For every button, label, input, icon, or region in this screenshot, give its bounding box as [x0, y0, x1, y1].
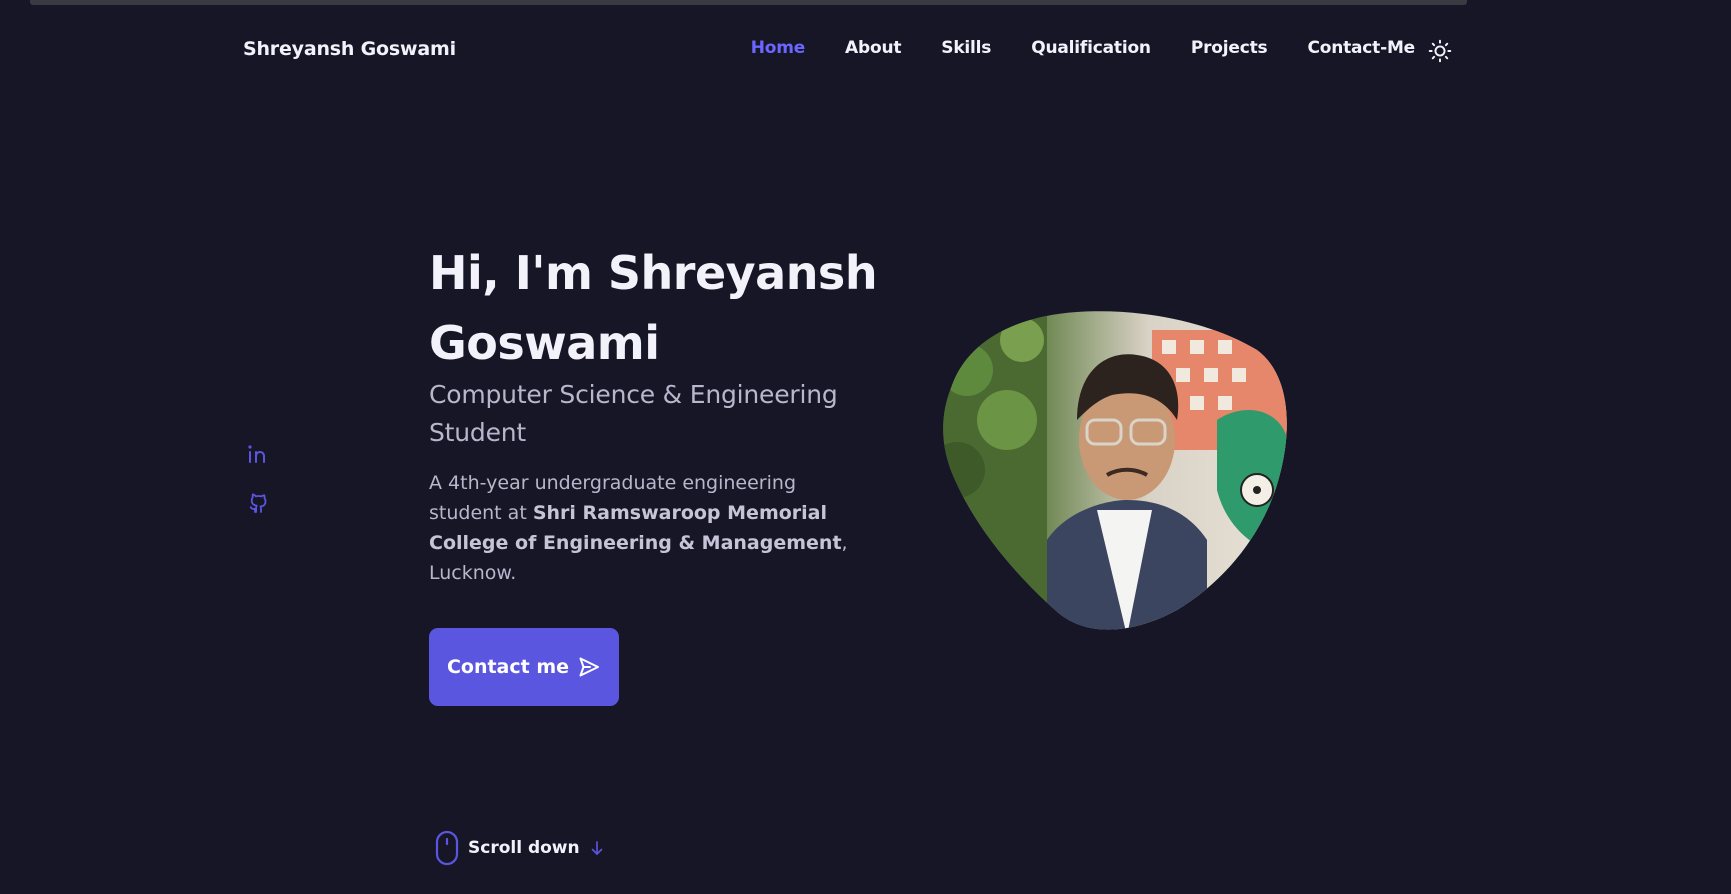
hero-subtitle: Computer Science & Engineering Student: [429, 380, 838, 447]
hero-description: A 4th-year undergraduate engineering stu…: [429, 468, 849, 588]
nav-projects[interactable]: Projects: [1191, 38, 1268, 58]
profile-photo: [943, 311, 1287, 630]
linkedin-icon: [248, 445, 265, 463]
send-icon: [579, 657, 600, 677]
scroll-down-label: Scroll down: [468, 838, 580, 858]
github-link[interactable]: [246, 492, 270, 516]
nav-qualification[interactable]: Qualification: [1031, 38, 1151, 58]
mouse-icon: [435, 830, 459, 866]
github-icon: [249, 493, 267, 513]
linkedin-link[interactable]: [246, 442, 270, 466]
theme-toggle-button[interactable]: [1427, 38, 1453, 64]
nav-skills[interactable]: Skills: [941, 38, 991, 58]
scroll-down-button[interactable]: Scroll down: [434, 830, 606, 866]
nav-home[interactable]: Home: [751, 38, 806, 58]
brand-logo-text[interactable]: Shreyansh Goswami: [243, 38, 456, 60]
contact-me-button[interactable]: Contact me: [429, 628, 619, 706]
nav-about[interactable]: About: [845, 38, 901, 58]
nav-contact-me[interactable]: Contact-Me: [1307, 38, 1415, 58]
main-nav: Home About Skills Qualification Projects…: [751, 38, 1416, 58]
hero-title: Hi, I'm Shreyansh Goswami: [429, 246, 878, 370]
contact-me-label: Contact me: [446, 656, 570, 678]
arrow-down-icon: [591, 841, 602, 855]
site-header: Shreyansh Goswami Home About Skills Qual…: [0, 0, 1731, 104]
sun-icon: [1428, 39, 1452, 63]
